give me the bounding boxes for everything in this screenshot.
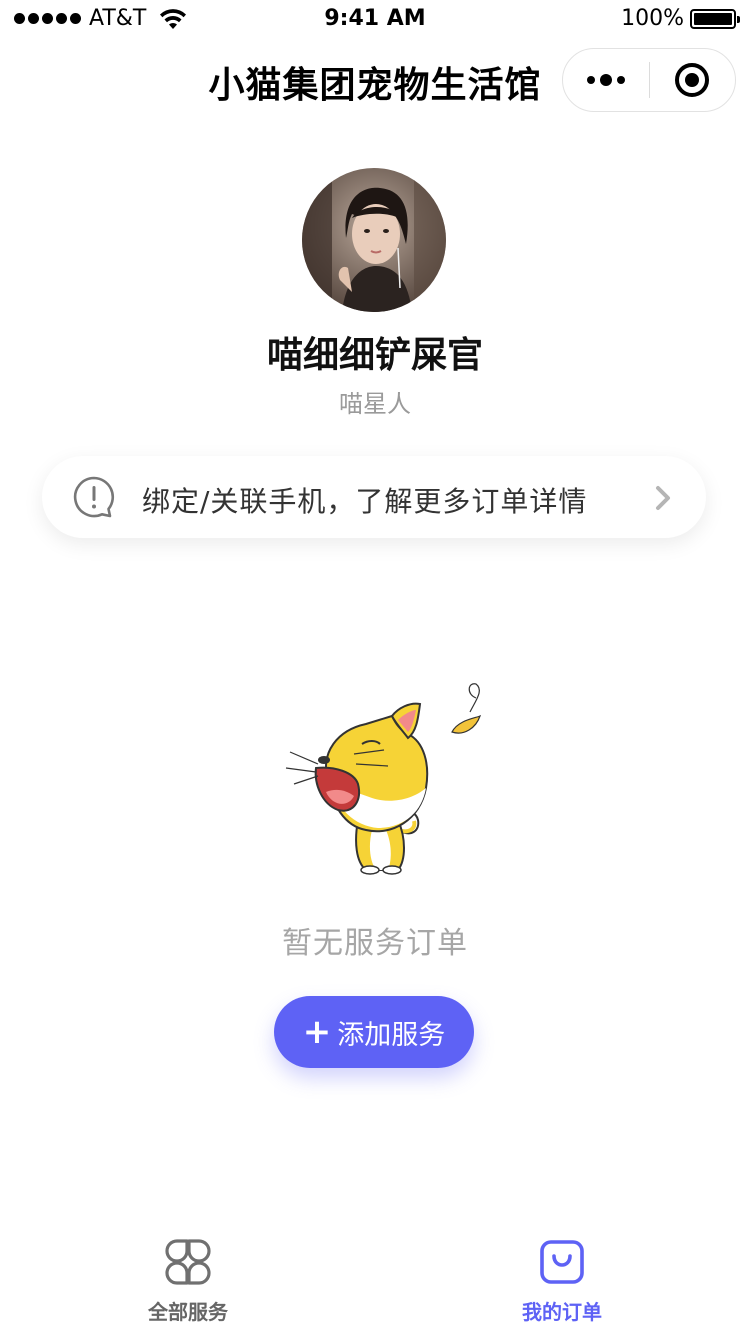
user-name: 喵细细铲屎官 (266, 335, 483, 376)
bag-icon (540, 1240, 584, 1284)
status-bar: AT&T 9:41 AM 100% (0, 0, 750, 40)
avatar-image (302, 168, 446, 312)
user-tag: 喵星人 (339, 390, 411, 418)
bind-phone-text: 绑定/关联手机，了解更多订单详情 (142, 485, 588, 518)
plus-icon: + (302, 1012, 332, 1052)
bottom-tab-bar: 全部服务 我的订单 (0, 1222, 750, 1334)
tab-all-services-label: 全部服务 (148, 1300, 228, 1324)
chevron-right-icon (656, 486, 670, 510)
tab-my-orders[interactable]: 我的订单 (462, 1238, 662, 1334)
empty-orders-text: 暂无服务订单 (282, 926, 468, 961)
page-title: 小猫集团宠物生活馆 (208, 65, 542, 106)
alert-bubble-icon (73, 476, 115, 518)
grid-icon (165, 1239, 211, 1285)
status-right: 100% (621, 6, 740, 31)
close-mini-program-button[interactable] (650, 48, 736, 112)
mini-program-capsule (562, 48, 736, 112)
add-service-label: 添加服务 (337, 1019, 446, 1051)
battery-percentage: 100% (621, 6, 684, 31)
add-service-button[interactable]: + 添加服务 (274, 996, 474, 1068)
tab-all-services[interactable]: 全部服务 (88, 1238, 288, 1334)
tab-my-orders-label: 我的订单 (522, 1300, 602, 1324)
target-icon (675, 63, 710, 97)
more-menu-button[interactable] (563, 48, 649, 112)
bind-phone-banner[interactable]: 绑定/关联手机，了解更多订单详情 (42, 456, 706, 538)
avatar[interactable] (302, 168, 446, 312)
battery-icon (690, 8, 740, 29)
yawning-cat-illustration (285, 683, 482, 875)
